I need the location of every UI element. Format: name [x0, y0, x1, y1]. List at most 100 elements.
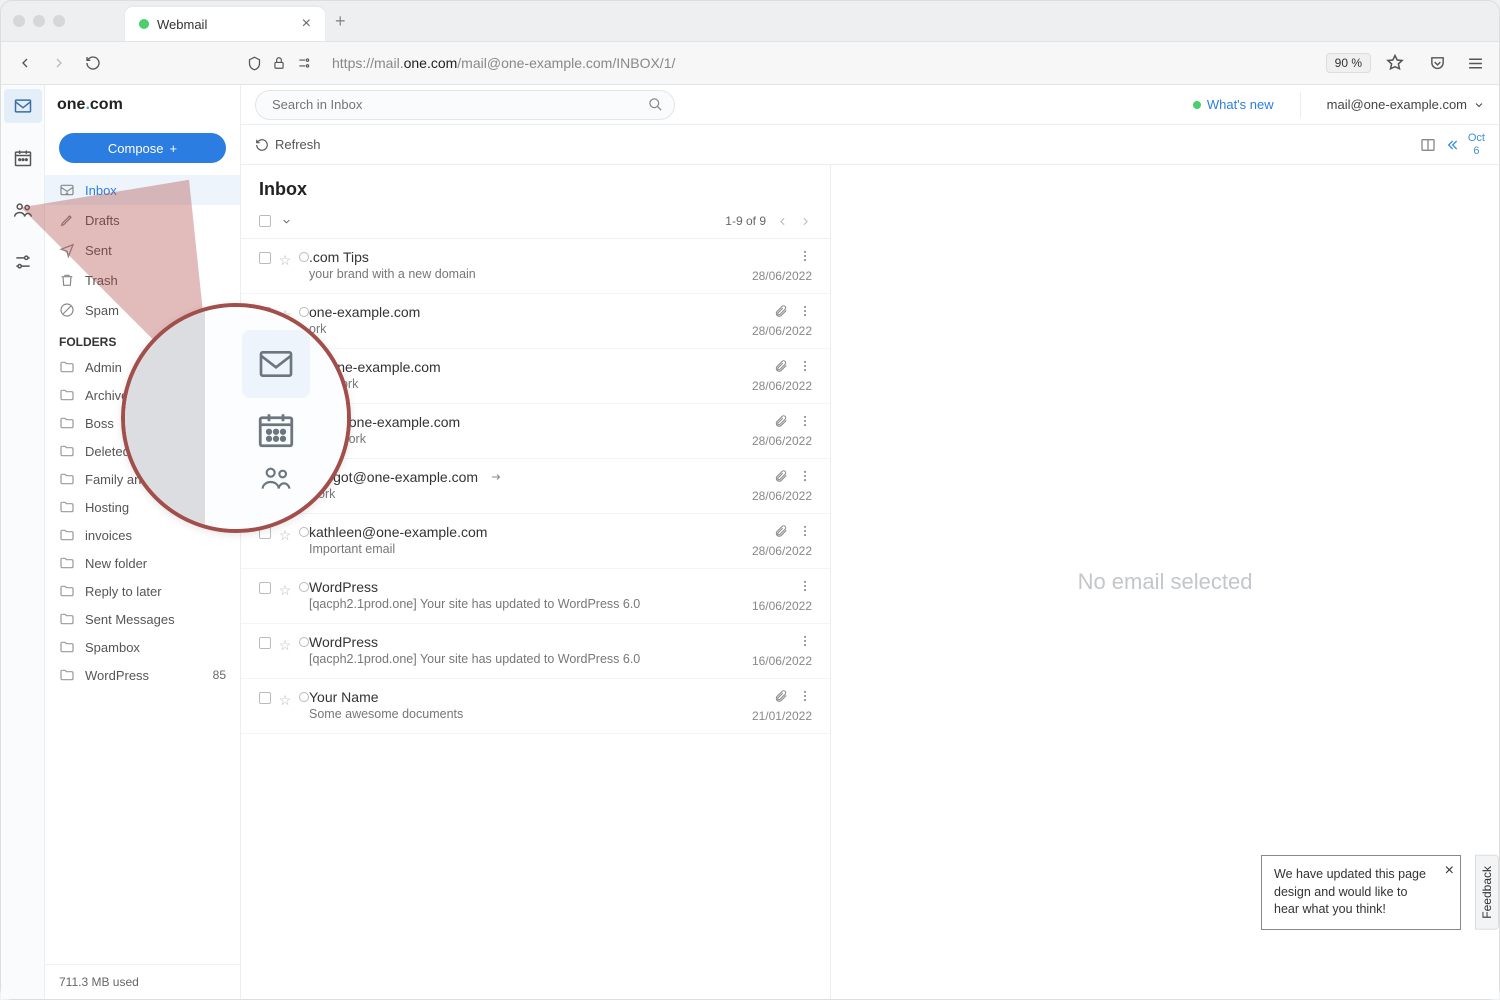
message-row[interactable]: ☆WordPress[qacph2.1prod.one] Your site h… — [241, 624, 830, 679]
message-sender: il@one-example.com — [309, 359, 702, 375]
star-icon[interactable]: ☆ — [279, 362, 292, 379]
message-checkbox[interactable] — [259, 307, 271, 319]
folder-label: Hosting — [85, 500, 129, 515]
sidebar-item-drafts[interactable]: Drafts — [45, 205, 240, 235]
read-status-icon[interactable] — [299, 527, 309, 537]
star-icon[interactable]: ☆ — [279, 307, 292, 324]
bookmark-star-icon[interactable] — [1385, 53, 1405, 73]
message-menu-icon[interactable] — [798, 359, 812, 373]
star-icon[interactable]: ☆ — [279, 252, 292, 269]
read-status-icon[interactable] — [299, 307, 309, 317]
folder-item[interactable]: Spambox — [45, 633, 240, 661]
message-row[interactable]: ☆WordPress[qacph2.1prod.one] Your site h… — [241, 569, 830, 624]
zoom-indicator[interactable]: 90 % — [1326, 53, 1371, 73]
back-button[interactable] — [15, 53, 35, 73]
message-row[interactable]: ☆.com Tipsyour brand with a new domain28… — [241, 239, 830, 294]
menu-icon[interactable] — [1465, 53, 1485, 73]
message-row[interactable]: ☆mail@one-example.comFwd: work28/06/2022 — [241, 404, 830, 459]
site-security-icons[interactable] — [247, 56, 312, 71]
folder-item[interactable]: New folder — [45, 549, 240, 577]
folder-item[interactable]: Admin — [45, 353, 240, 381]
shield-icon — [247, 56, 262, 71]
close-tab-icon[interactable]: × — [302, 15, 311, 33]
url-field[interactable]: https://mail.one.com/mail@one-example.co… — [332, 55, 1312, 71]
star-icon[interactable]: ☆ — [279, 582, 292, 599]
read-status-icon[interactable] — [299, 362, 309, 372]
folder-item[interactable]: Sent Messages — [45, 605, 240, 633]
read-status-icon[interactable] — [299, 252, 309, 262]
read-status-icon[interactable] — [299, 637, 309, 647]
folder-item[interactable]: Deleted Messages1 — [45, 437, 240, 465]
sidebar-item-spam[interactable]: Spam — [45, 295, 240, 325]
message-menu-icon[interactable] — [798, 469, 812, 483]
read-status-icon[interactable] — [299, 582, 309, 592]
message-menu-icon[interactable] — [798, 689, 812, 703]
folder-item[interactable]: WordPress85 — [45, 661, 240, 689]
folder-item[interactable]: Boss — [45, 409, 240, 437]
collapse-icon[interactable] — [1444, 137, 1460, 153]
folder-item[interactable]: Reply to later — [45, 577, 240, 605]
message-menu-icon[interactable] — [798, 524, 812, 538]
save-to-pocket-icon[interactable] — [1427, 53, 1447, 73]
message-row[interactable]: ☆il@one-example.comwd: work28/06/2022 — [241, 349, 830, 404]
layout-toggle-icon[interactable] — [1420, 137, 1436, 153]
message-checkbox[interactable] — [259, 527, 271, 539]
folder-item[interactable]: Hosting938 — [45, 493, 240, 521]
sort-dropdown[interactable] — [281, 216, 292, 227]
star-icon[interactable]: ☆ — [279, 417, 292, 434]
message-checkbox[interactable] — [259, 692, 271, 704]
compose-button[interactable]: Compose+ — [59, 133, 226, 163]
folder-item[interactable]: Family and friends — [45, 465, 240, 493]
read-status-icon[interactable] — [299, 417, 309, 427]
message-checkbox[interactable] — [259, 472, 271, 484]
message-menu-icon[interactable] — [798, 304, 812, 318]
read-status-icon[interactable] — [299, 472, 309, 482]
read-status-icon[interactable] — [299, 692, 309, 702]
message-date: 16/06/2022 — [752, 599, 812, 613]
new-tab-button[interactable]: + — [335, 11, 346, 32]
account-dropdown[interactable]: mail@one-example.com — [1327, 97, 1485, 112]
window-controls[interactable] — [13, 15, 65, 27]
sidebar-item-sent[interactable]: Sent — [45, 235, 240, 265]
reload-button[interactable] — [83, 53, 103, 73]
sidebar-item-inbox[interactable]: Inbox — [45, 175, 240, 205]
folder-item[interactable]: invoices — [45, 521, 240, 549]
rail-settings-icon[interactable] — [4, 245, 42, 279]
star-icon[interactable]: ☆ — [279, 527, 292, 544]
whats-new-link[interactable]: What's new — [1193, 97, 1274, 112]
message-checkbox[interactable] — [259, 637, 271, 649]
rail-mail-icon[interactable] — [4, 89, 42, 123]
search-icon[interactable] — [648, 97, 663, 112]
toast-close-icon[interactable]: × — [1445, 860, 1454, 882]
message-menu-icon[interactable] — [798, 579, 812, 593]
message-menu-icon[interactable] — [798, 249, 812, 263]
next-page-button[interactable] — [799, 215, 812, 228]
message-checkbox[interactable] — [259, 417, 271, 429]
message-menu-icon[interactable] — [798, 634, 812, 648]
message-row[interactable]: ☆margot@one-example.com work28/06/2022 — [241, 459, 830, 514]
message-row[interactable]: ☆one-example.comork28/06/2022 — [241, 294, 830, 349]
forward-button[interactable] — [49, 53, 69, 73]
message-checkbox[interactable] — [259, 582, 271, 594]
message-checkbox[interactable] — [259, 362, 271, 374]
folder-item[interactable]: Archive — [45, 381, 240, 409]
message-sender: WordPress — [309, 579, 702, 595]
star-icon[interactable]: ☆ — [279, 472, 292, 489]
message-row[interactable]: ☆Your NameSome awesome documents21/01/20… — [241, 679, 830, 734]
sidebar-item-trash[interactable]: Trash — [45, 265, 240, 295]
prev-page-button[interactable] — [776, 215, 789, 228]
feedback-tab[interactable]: Feedback — [1475, 855, 1499, 930]
star-icon[interactable]: ☆ — [279, 692, 292, 709]
message-row[interactable]: ☆kathleen@one-example.comImportant email… — [241, 514, 830, 569]
refresh-button[interactable]: Refresh — [255, 137, 321, 152]
rail-calendar-icon[interactable] — [4, 141, 42, 175]
date-jump[interactable]: Oct6 — [1468, 132, 1485, 156]
rail-contacts-icon[interactable] — [4, 193, 42, 227]
select-all-checkbox[interactable] — [259, 215, 271, 227]
browser-tab[interactable]: Webmail × — [125, 7, 325, 41]
message-menu-icon[interactable] — [798, 414, 812, 428]
folder-icon — [59, 527, 75, 543]
star-icon[interactable]: ☆ — [279, 637, 292, 654]
search-input[interactable] — [255, 90, 675, 120]
message-checkbox[interactable] — [259, 252, 271, 264]
